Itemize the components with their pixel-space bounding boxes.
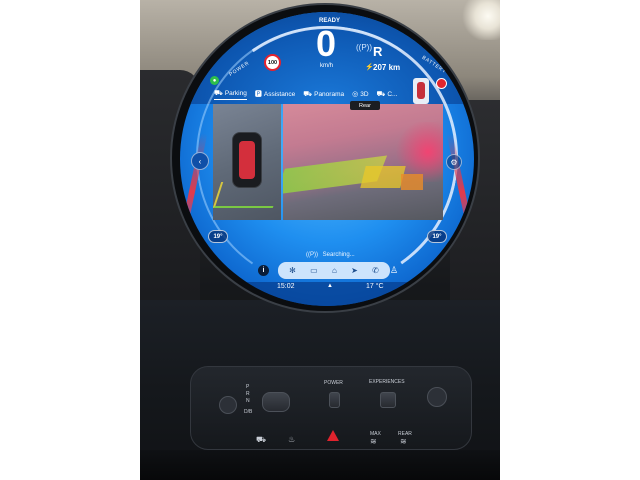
gear-selector-toggle[interactable]: [262, 392, 290, 412]
tab-label: Panorama: [314, 90, 345, 98]
rear-camera-view[interactable]: [283, 104, 443, 220]
hazard-button[interactable]: [327, 430, 339, 441]
vehicle-top-view: [232, 132, 262, 188]
parking-tabs: ⛟ Parking 🅿 Assistance ⛟ Panorama ◎ 3D ⛟…: [214, 88, 397, 100]
trajectory-orange: [401, 174, 423, 190]
tab-label: Assistance: [263, 90, 296, 98]
right-temperature-button[interactable]: 19°: [427, 230, 447, 243]
panorama-car-icon: ⛟: [303, 90, 313, 98]
tab-label: C...: [387, 90, 398, 98]
tab-label: Parking: [224, 89, 247, 97]
experiences-label: EXPERIENCES: [369, 379, 405, 385]
floor-shadow: [140, 450, 500, 480]
top-down-camera-view[interactable]: [213, 104, 281, 220]
vehicle-overview-icon[interactable]: [413, 78, 429, 104]
front-defrost-icon[interactable]: ≋: [370, 437, 377, 446]
speed-limit-sign: 100: [264, 54, 281, 71]
navigation-arrow-icon: ▲: [327, 283, 333, 289]
tab-parking[interactable]: ⛟ Parking: [214, 88, 247, 100]
left-temperature-button[interactable]: 19°: [208, 230, 228, 243]
parking-status: ((P)) Searching...: [306, 252, 355, 258]
camera-label: Rear: [350, 101, 380, 110]
clock: 15:02: [277, 283, 295, 290]
speed-unit: km/h: [320, 63, 334, 69]
gear-r-label: R: [246, 391, 250, 397]
info-icon: i: [262, 267, 265, 274]
tab-panorama[interactable]: ⛟ Panorama: [303, 88, 344, 100]
tab-assistance[interactable]: 🅿 Assistance: [255, 88, 295, 100]
camera-settings-button[interactable]: ⚙: [446, 154, 462, 170]
fan-icon[interactable]: ✻: [289, 266, 296, 275]
tab-3d[interactable]: ◎ 3D: [352, 88, 368, 100]
back-button[interactable]: ‹: [191, 152, 209, 170]
parking-status-text: Searching...: [322, 252, 355, 258]
parking-sensor-icon: ((P)): [306, 252, 318, 258]
gear-p-label: P: [246, 384, 250, 390]
parking-assist-active-icon: ●: [210, 76, 219, 85]
speed-limit-value: 100: [267, 59, 278, 66]
parking-assist-icon[interactable]: ⛟: [256, 435, 266, 445]
gear-n-label: N: [246, 398, 250, 404]
gear-indicator: R: [373, 44, 383, 59]
rear-camera-label: Rear: [359, 102, 371, 109]
3d-icon: ◎: [352, 91, 359, 98]
power-toggle[interactable]: [329, 392, 340, 408]
phone-icon[interactable]: ✆: [372, 266, 379, 275]
close-parking-button[interactable]: [436, 78, 447, 89]
p-sign-icon: 🅿: [254, 91, 262, 98]
app-dock: ✻ ▭ ⌂ ➤ ✆: [278, 262, 390, 279]
outside-temperature: 17 °C: [366, 283, 384, 290]
chevron-left-icon: ‹: [198, 156, 202, 166]
speed-readout: 0: [316, 23, 337, 64]
driver-profile-icon[interactable]: ♙: [390, 265, 398, 276]
car-icon: ⛟: [376, 90, 386, 98]
drive-mode-icon[interactable]: ♨: [288, 435, 295, 444]
tab-label: 3D: [360, 90, 369, 98]
card-icon[interactable]: ▭: [310, 266, 318, 275]
trajectory-yellow: [360, 166, 406, 188]
power-toggle-label: POWER: [324, 380, 343, 386]
volume-knob[interactable]: [427, 387, 447, 407]
parking-sensor-icon: ((P)): [356, 43, 372, 52]
right-temperature-value: 19°: [432, 233, 442, 240]
round-display: READY 0 km/h POWER BATTERY 100 ((P)) R ⚡…: [180, 12, 474, 306]
navigation-icon[interactable]: ➤: [351, 266, 358, 275]
info-button[interactable]: i: [258, 265, 269, 276]
range-readout: 207 km: [373, 63, 401, 72]
left-temperature-value: 19°: [213, 233, 223, 240]
gear-icon: ⚙: [450, 157, 458, 167]
parking-brake-button[interactable]: [219, 396, 237, 414]
home-icon[interactable]: ⌂: [332, 266, 337, 275]
tab-more[interactable]: ⛟ C...: [377, 88, 398, 100]
rear-defrost-icon[interactable]: ≋: [400, 437, 407, 446]
gear-db-label: D/B: [244, 409, 253, 415]
parking-guide-lines: [213, 182, 281, 208]
parking-car-icon: ⛟: [214, 89, 223, 97]
experiences-toggle[interactable]: [380, 392, 396, 408]
